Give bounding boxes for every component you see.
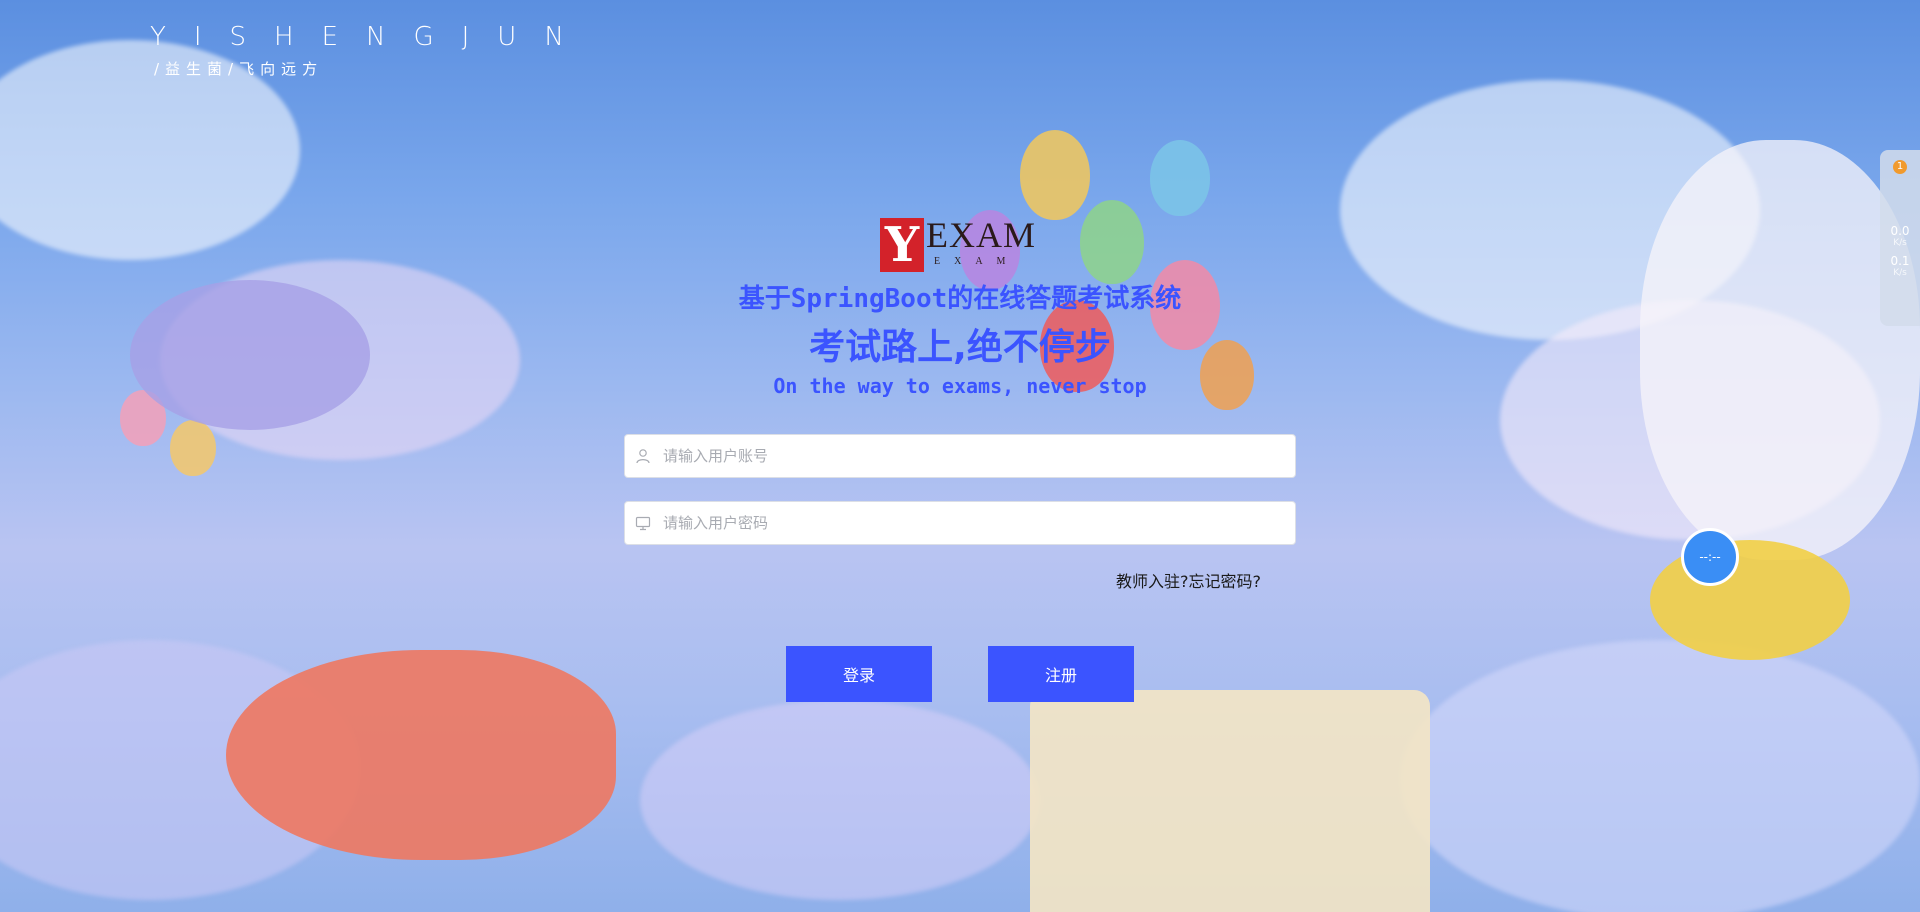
slogan-english: On the way to exams, never stop [773, 374, 1147, 398]
forgot-password-link[interactable]: 忘记密码? [1189, 572, 1262, 591]
slogan: 考试路上,绝不停步 [809, 327, 1111, 368]
upload-speed: 0.1 K/s [1880, 254, 1920, 278]
user-icon [625, 435, 661, 477]
download-speed: 0.0 K/s [1880, 224, 1920, 248]
teacher-join-link[interactable]: 教师入驻? [1116, 572, 1189, 591]
password-input[interactable] [661, 502, 1285, 544]
download-speed-value: 0.0 [1890, 224, 1910, 238]
username-field[interactable] [624, 434, 1296, 478]
brand-title: YISHENGJUN [150, 22, 592, 52]
password-field[interactable] [624, 501, 1296, 545]
network-speed-widget[interactable]: 1 0.0 K/s 0.1 K/s [1880, 150, 1920, 326]
login-button[interactable]: 登录 [786, 646, 932, 702]
brand-subtitle: /益生菌/飞向远方 [154, 60, 324, 78]
system-title: 基于SpringBoot的在线答题考试系统 [738, 284, 1182, 314]
download-speed-unit: K/s [1893, 238, 1907, 248]
register-button[interactable]: 注册 [988, 646, 1134, 702]
monitor-icon [625, 502, 661, 544]
logo-word: EXAM [926, 215, 1036, 255]
upload-speed-unit: K/s [1893, 268, 1907, 278]
logo-mark: Y [880, 218, 924, 272]
upload-speed-value: 0.1 [1890, 254, 1910, 268]
notification-badge: 1 [1893, 160, 1907, 174]
logo-small-text: EXAM [934, 256, 1020, 267]
exam-logo: Y EXAM EXAM [880, 215, 1036, 274]
form-links: 教师入驻?忘记密码? [1116, 568, 1261, 592]
brand-header: YISHENGJUN /益生菌/飞向远方 [150, 22, 592, 79]
username-input[interactable] [661, 435, 1285, 477]
floating-assistant-ball[interactable]: --:-- [1681, 528, 1739, 586]
logo-text: EXAM EXAM [926, 215, 1036, 267]
